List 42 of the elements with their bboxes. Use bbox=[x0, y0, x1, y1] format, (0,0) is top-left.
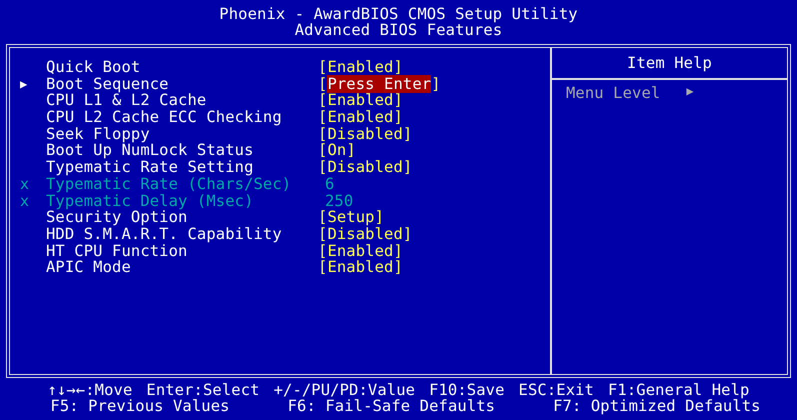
utility-title: Phoenix - AwardBIOS CMOS Setup Utility bbox=[219, 6, 578, 22]
page-title: Advanced BIOS Features bbox=[294, 22, 502, 38]
setting-value[interactable]: [On] bbox=[318, 142, 356, 160]
key-hint: Enter:Select bbox=[146, 382, 260, 398]
submenu-marker: ▶ bbox=[20, 76, 28, 92]
key-hint: ESC:Exit bbox=[518, 382, 594, 398]
setting-label: Seek Floppy bbox=[46, 126, 151, 142]
locked-marker: x bbox=[20, 192, 30, 210]
setting-value[interactable]: [Enabled] bbox=[318, 259, 403, 276]
setting-value[interactable]: [Enabled] bbox=[318, 59, 403, 76]
key-hint: +/-/PU/PD:Value bbox=[274, 382, 416, 398]
setting-value[interactable]: [Disabled] bbox=[318, 159, 412, 176]
setting-label: CPU L2 Cache ECC Checking bbox=[46, 109, 283, 126]
setting-label: Quick Boot bbox=[46, 59, 142, 76]
setting-label: Typematic Rate Setting bbox=[46, 159, 254, 176]
setting-label: Boot Up NumLock Status bbox=[46, 142, 254, 160]
setting-value[interactable]: [Enabled] bbox=[318, 92, 403, 110]
key-hint: F5: Previous Values bbox=[50, 398, 230, 414]
locked-marker: x bbox=[20, 176, 30, 192]
help-title: Item Help bbox=[627, 54, 712, 72]
setting-value[interactable]: [Setup] bbox=[318, 209, 384, 226]
menu-level-marker: ▶ bbox=[686, 84, 694, 100]
menu-level-label: Menu Level bbox=[566, 84, 660, 102]
setting-label: Boot Sequence bbox=[46, 76, 170, 92]
setting-label: Typematic Delay (Msec) bbox=[46, 192, 254, 210]
key-hint: F1:General Help bbox=[608, 382, 750, 398]
key-hint: ↑↓→←:Move bbox=[48, 382, 132, 398]
setting-value: 250 bbox=[325, 192, 354, 210]
setting-value[interactable]: [Enabled] bbox=[318, 109, 403, 126]
setting-value: 6 bbox=[324, 176, 334, 192]
key-hint: F7: Optimized Defaults bbox=[553, 398, 761, 414]
setting-label: HDD S.M.A.R.T. Capability bbox=[46, 226, 283, 243]
setting-value[interactable]: [Disabled] bbox=[318, 226, 412, 243]
setting-label: Typematic Rate (Chars/Sec) bbox=[46, 176, 292, 192]
key-hint: F10:Save bbox=[429, 382, 505, 398]
setting-label: APIC Mode bbox=[46, 259, 132, 276]
setting-label: Security Option bbox=[46, 209, 188, 226]
setting-label: HT CPU Function bbox=[46, 242, 188, 260]
setting-label: CPU L1 & L2 Cache bbox=[46, 92, 208, 110]
key-hint: F6: Fail-Safe Defaults bbox=[288, 398, 496, 414]
setting-value[interactable]: [Disabled] bbox=[318, 126, 412, 142]
setting-value[interactable]: [Enabled] bbox=[318, 242, 403, 260]
